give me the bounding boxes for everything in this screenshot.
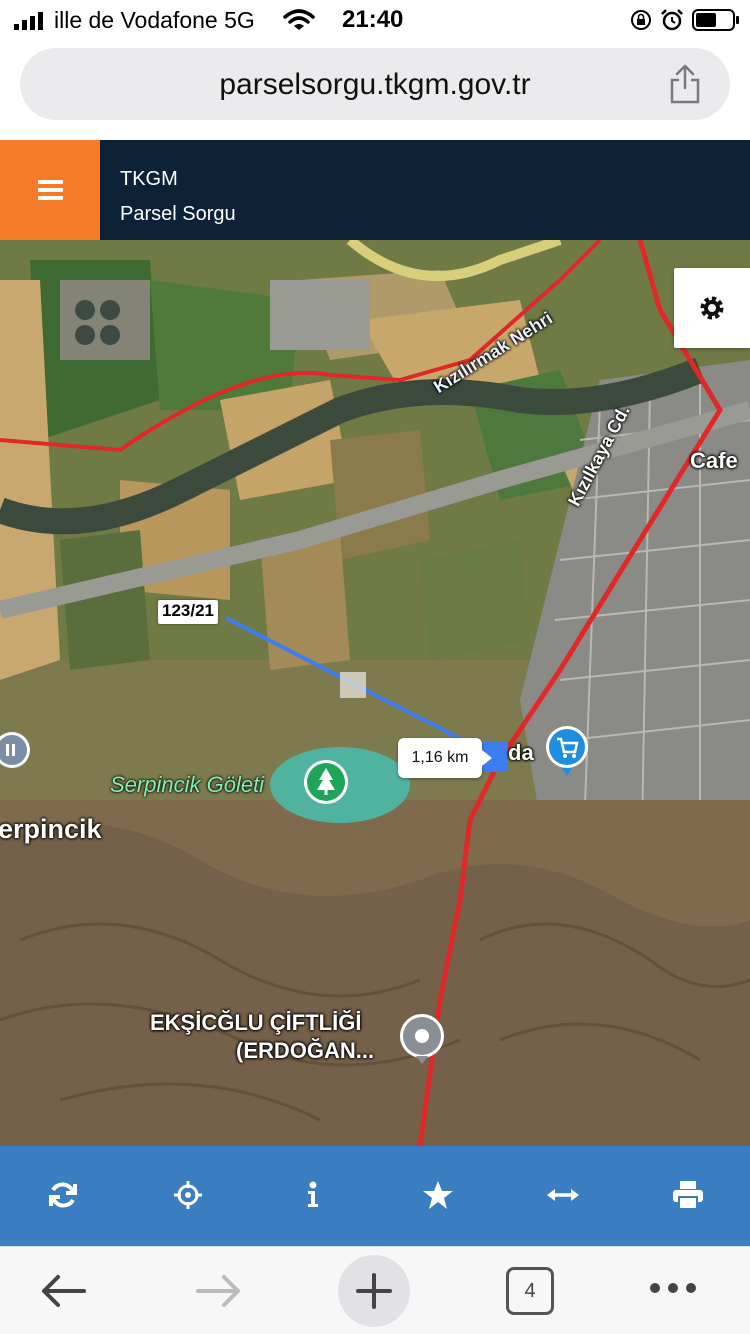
battery-icon bbox=[692, 9, 739, 31]
locate-button[interactable] bbox=[125, 1146, 250, 1246]
carrier-name: ille de Vodafone 5G bbox=[54, 7, 255, 33]
browser-toolbar: 4 bbox=[0, 1246, 750, 1334]
menu-button[interactable] bbox=[0, 140, 100, 240]
favorites-button[interactable] bbox=[375, 1146, 500, 1246]
star-icon bbox=[423, 1181, 453, 1209]
park-icon[interactable] bbox=[302, 758, 350, 812]
map-toolbar bbox=[0, 1146, 750, 1246]
pond-label: Serpincik Göleti bbox=[110, 772, 265, 797]
new-tab-button[interactable] bbox=[338, 1255, 410, 1327]
place-label: da bbox=[508, 740, 534, 765]
status-bar: ille de Vodafone 5G 21:40 bbox=[0, 0, 750, 40]
measure-icon bbox=[547, 1189, 579, 1201]
location-pin-icon[interactable] bbox=[398, 1012, 446, 1068]
info-button[interactable] bbox=[250, 1146, 375, 1246]
plus-icon bbox=[356, 1273, 392, 1309]
map-imagery bbox=[0, 240, 750, 1146]
address-bar[interactable]: parselsorgu.tkgm.gov.tr bbox=[20, 48, 730, 120]
info-icon bbox=[308, 1181, 318, 1207]
more-icon[interactable] bbox=[648, 1281, 698, 1295]
farm-label-line2: (ERDOĞAN... bbox=[236, 1038, 375, 1063]
print-button[interactable] bbox=[625, 1146, 750, 1246]
back-arrow-icon[interactable] bbox=[38, 1271, 88, 1311]
village-label: erpincik bbox=[0, 814, 102, 844]
map-settings-button[interactable] bbox=[674, 268, 750, 348]
alarm-icon bbox=[661, 9, 683, 31]
refresh-button[interactable] bbox=[0, 1146, 125, 1246]
app-subtitle: Parsel Sorgu bbox=[120, 203, 236, 225]
brand-name: TKGM bbox=[120, 168, 178, 190]
landmark-icon[interactable] bbox=[0, 730, 32, 778]
orientation-lock-icon bbox=[631, 10, 651, 30]
print-icon bbox=[673, 1181, 703, 1210]
clock: 21:40 bbox=[342, 6, 404, 33]
share-icon[interactable] bbox=[668, 64, 702, 104]
browser-address-area: parselsorgu.tkgm.gov.tr bbox=[0, 40, 750, 140]
parcel-label[interactable]: 123/21 bbox=[158, 600, 218, 624]
wifi-icon bbox=[283, 9, 315, 30]
app-header: TKGM Parsel Sorgu bbox=[0, 140, 750, 240]
measure-button[interactable] bbox=[500, 1146, 625, 1246]
locate-icon bbox=[174, 1181, 202, 1209]
distance-label: 1,16 km bbox=[398, 738, 492, 778]
satellite-map[interactable]: Kızılırmak Nehri Cafe Kızılkaya Cd. 123/… bbox=[0, 240, 750, 1146]
signal-icon bbox=[14, 12, 43, 30]
gear-icon bbox=[700, 296, 724, 320]
cafe-label: Cafe bbox=[690, 448, 738, 473]
tab-count-button[interactable]: 4 bbox=[506, 1267, 554, 1315]
forward-arrow-icon[interactable] bbox=[194, 1271, 244, 1311]
url-text[interactable]: parselsorgu.tkgm.gov.tr bbox=[20, 68, 730, 102]
shopping-cart-icon[interactable] bbox=[544, 724, 590, 778]
refresh-icon bbox=[49, 1182, 77, 1208]
farm-label-line1: EKŞİCĞLU ÇİFTLİĞİ bbox=[150, 1010, 362, 1035]
